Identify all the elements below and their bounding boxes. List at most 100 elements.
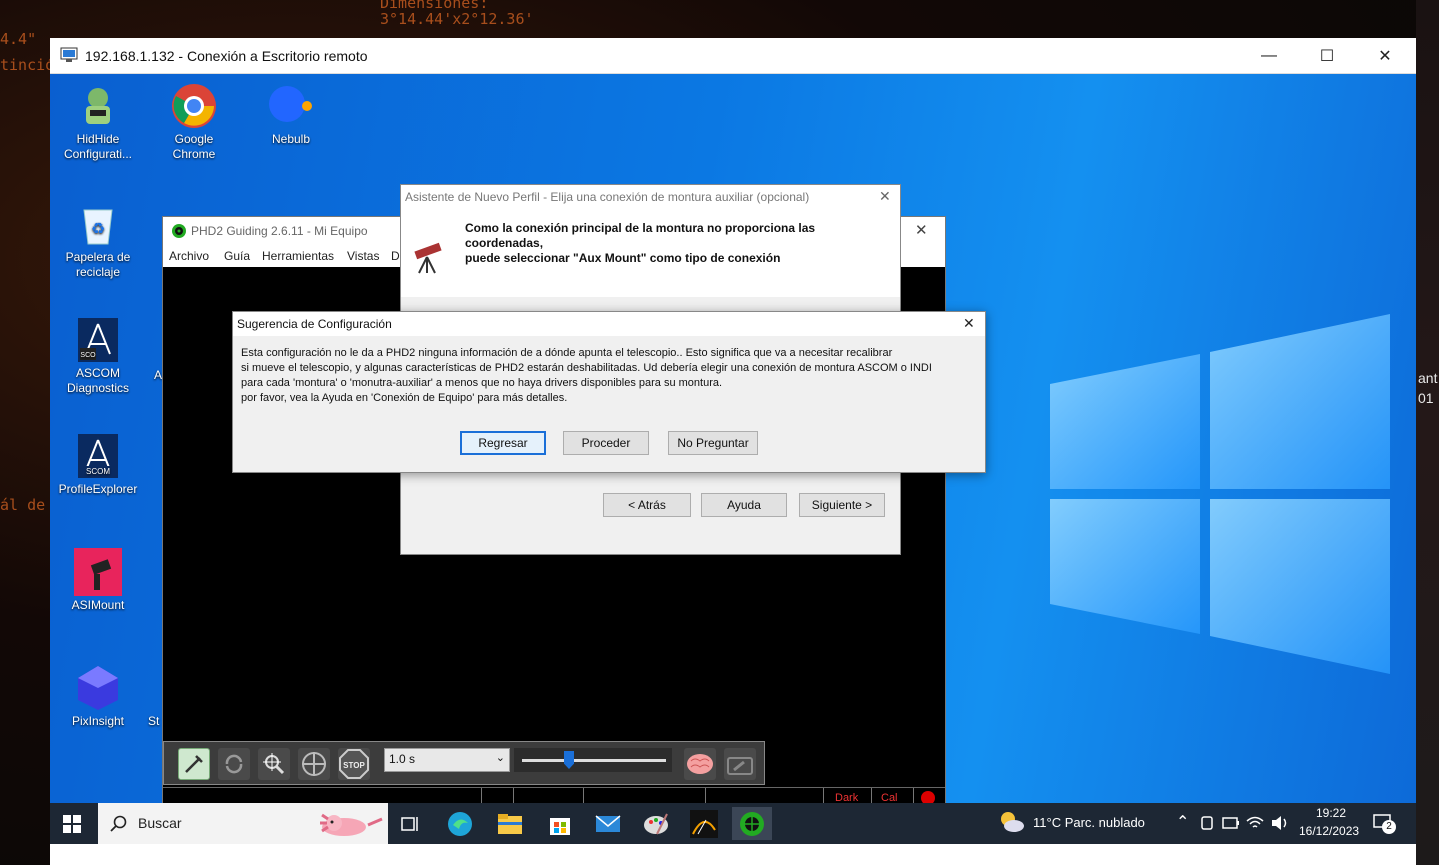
desktop-icon-profile-explorer[interactable]: SCOM ProfileExplorer — [56, 432, 140, 497]
axolotl-icon — [320, 813, 383, 836]
bg-text-right2: 01 — [1418, 390, 1434, 406]
regresar-button[interactable]: Regresar — [460, 431, 546, 455]
paint-button[interactable] — [636, 807, 676, 840]
phd2-close-icon[interactable]: ✕ — [915, 221, 928, 239]
device-icon[interactable] — [1200, 815, 1214, 831]
message-line: para cada 'montura' o 'monutra-auxiliar'… — [241, 377, 723, 389]
svg-text:SCOM: SCOM — [86, 467, 110, 476]
usb-plug-icon — [185, 755, 203, 773]
telescope-icon — [414, 242, 442, 274]
start-button[interactable] — [52, 807, 92, 840]
exposure-select[interactable]: 1.0 s ⌄ — [384, 748, 510, 772]
config-dialog-titlebar[interactable]: Sugerencia de Configuración ✕ — [233, 312, 985, 336]
wizard-back-button[interactable]: < Atrás — [603, 493, 691, 517]
partial-icon-label: St — [148, 714, 160, 728]
desktop-icon-label: Papelera de reciclaje — [65, 250, 131, 279]
menu-herramientas[interactable]: Herramientas — [262, 249, 334, 263]
no-preguntar-button[interactable]: No Preguntar — [668, 431, 758, 455]
desktop-icon-recycle-bin[interactable]: ♻ Papelera de reciclaje — [56, 200, 140, 280]
battery-icon[interactable] — [1222, 816, 1240, 830]
bg-text-right1: ant — [1418, 370, 1438, 386]
minimize-icon: — — [1261, 47, 1277, 64]
menu-guia[interactable]: Guía — [224, 249, 250, 263]
maximize-button[interactable]: ☐ — [1298, 38, 1356, 74]
gamma-slider[interactable] — [514, 748, 672, 772]
loop-button[interactable] — [218, 748, 250, 780]
wizard-help-button[interactable]: Ayuda — [701, 493, 787, 517]
weather-icon[interactable] — [998, 809, 1026, 835]
asimount-icon — [74, 548, 122, 596]
ascom-icon: SCO — [74, 316, 122, 364]
desktop-icon-chrome[interactable]: Google Chrome — [152, 82, 236, 162]
config-dialog-message: Esta configuración no le da a PHD2 ningu… — [241, 346, 981, 406]
menu-archivo[interactable]: Archivo — [169, 249, 209, 263]
rdp-icon — [60, 47, 78, 62]
config-dialog-close-icon[interactable]: ✕ — [963, 315, 975, 332]
message-line: por favor, vea la Ayuda en 'Conexión de … — [241, 392, 568, 404]
rdp-window: 192.168.1.132 - Conexión a Escritorio re… — [50, 38, 1416, 865]
rdp-titlebar[interactable]: 192.168.1.132 - Conexión a Escritorio re… — [50, 38, 1416, 74]
desktop-icon-label: HidHide Configurati... — [63, 132, 133, 161]
desktop-icon-label: ProfileExplorer — [58, 482, 138, 496]
desktop-icon-label: ASIMount — [71, 598, 125, 612]
volume-icon[interactable] — [1270, 815, 1290, 831]
windows-start-icon — [63, 814, 81, 833]
crosshair-icon — [302, 752, 326, 776]
edge-button[interactable] — [440, 807, 480, 840]
notification-button[interactable]: 2 — [1372, 812, 1396, 834]
file-explorer-button[interactable] — [490, 807, 530, 840]
windows-logo-wallpaper — [1050, 314, 1390, 674]
auto-select-star-button[interactable] — [258, 748, 290, 780]
weather-text[interactable]: 11°C Parc. nublado — [1033, 815, 1145, 830]
maximize-icon: ☐ — [1319, 48, 1335, 65]
clock-time[interactable]: 19:22 — [1316, 806, 1346, 820]
camera-settings-button[interactable] — [724, 748, 756, 780]
stop-button[interactable]: STOP — [338, 748, 370, 780]
wifi-icon[interactable] — [1246, 815, 1264, 831]
remote-desktop: HidHide Configurati... Google Chrome Neb… — [50, 74, 1416, 803]
guide-button[interactable] — [298, 748, 330, 780]
desktop-icon-hidhide[interactable]: HidHide Configurati... — [56, 82, 140, 162]
nebulb-icon — [267, 82, 315, 130]
chevron-up-icon[interactable]: ⌃ — [1176, 812, 1189, 832]
astro-app-button[interactable] — [684, 807, 724, 840]
edge-icon — [448, 811, 472, 836]
close-icon: ✕ — [1378, 48, 1392, 65]
wizard-close-icon[interactable]: ✕ — [879, 188, 891, 205]
connect-gear-button[interactable] — [178, 748, 210, 780]
desktop-icon-nebulb[interactable]: Nebulb — [249, 82, 333, 147]
loop-icon — [225, 754, 243, 774]
proceder-button[interactable]: Proceder — [563, 431, 649, 455]
store-button[interactable] — [540, 807, 580, 840]
search-icon — [110, 815, 127, 832]
svg-text:SCO: SCO — [80, 352, 96, 359]
menu-vistas[interactable]: Vistas — [347, 249, 379, 263]
minimize-button[interactable]: — — [1240, 38, 1298, 74]
chevron-down-icon: ⌄ — [495, 752, 505, 764]
rdp-title: 192.168.1.132 - Conexión a Escritorio re… — [85, 48, 368, 64]
slider-thumb[interactable] — [564, 751, 574, 769]
svg-text:♻: ♻ — [91, 221, 105, 238]
svg-text:STOP: STOP — [343, 761, 365, 770]
phd2-taskbar-button[interactable] — [732, 807, 772, 840]
bg-text-coords: 3°14.44'x2°12.36' — [380, 10, 534, 28]
wizard-next-button[interactable]: Siguiente > — [799, 493, 885, 517]
phd2-taskbar-icon — [740, 811, 764, 836]
menu-partial[interactable]: D — [391, 249, 400, 263]
wizard-header: Como la conexión principal de la montura… — [401, 209, 900, 297]
clock-date[interactable]: 16/12/2023 — [1299, 824, 1359, 838]
taskbar-search[interactable]: Buscar — [98, 803, 388, 844]
brain-button[interactable] — [684, 748, 716, 780]
starfield-strip — [1416, 0, 1439, 865]
chrome-icon — [170, 82, 218, 130]
desktop-icon-ascom-diagnostics[interactable]: SCO ASCOM Diagnostics — [56, 316, 140, 396]
notification-count: 2 — [1382, 820, 1396, 834]
desktop-icon-pixinsight[interactable]: PixInsight — [56, 664, 140, 729]
wizard-titlebar[interactable]: Asistente de Nuevo Perfil - Elija una co… — [401, 185, 900, 209]
close-button[interactable]: ✕ — [1356, 38, 1414, 74]
wizard-header-text: Como la conexión principal de la montura… — [465, 221, 885, 266]
task-view-button[interactable] — [390, 807, 430, 840]
desktop-icon-asimount[interactable]: ASIMount — [56, 548, 140, 613]
phd2-toolbar: STOP 1.0 s ⌄ — [163, 741, 765, 785]
mail-button[interactable] — [588, 807, 628, 840]
